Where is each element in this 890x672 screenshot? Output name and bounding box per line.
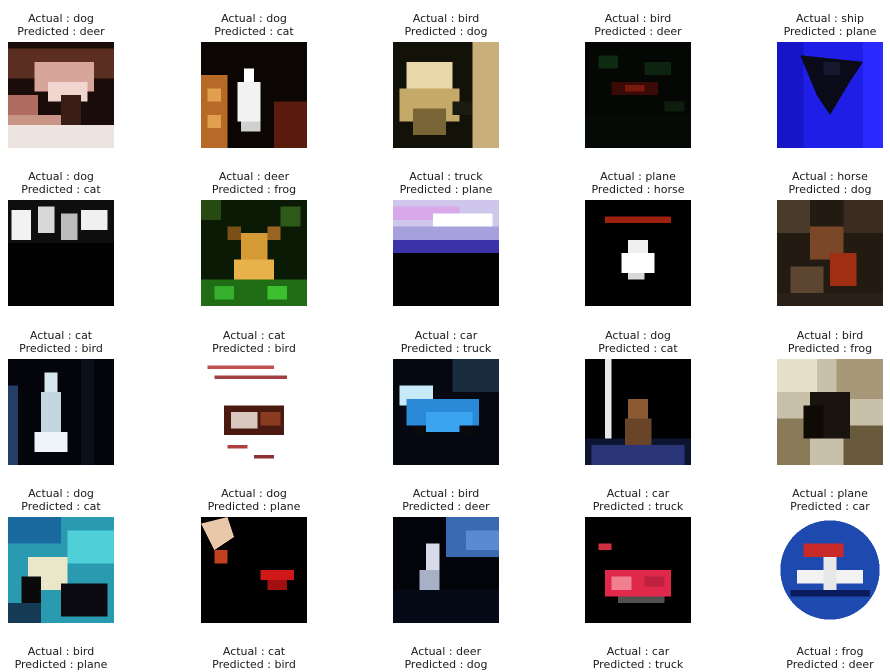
sample-cell: Actual : bird Predicted : deer: [361, 487, 531, 623]
sample-cell: Actual : bird Predicted : frog: [745, 329, 890, 465]
sample-cell: Actual : dog Predicted : cat: [169, 12, 339, 148]
sample-image: [585, 359, 691, 465]
prediction-grid: Actual : dog Predicted : deer Actual : dog…: [0, 0, 890, 672]
sample-cell: Actual : cat Predicted : bird: [0, 329, 146, 465]
sample-cell: Actual : dog Predicted : cat: [553, 329, 723, 465]
predicted-label: Predicted : dog: [404, 658, 488, 671]
predicted-label: Predicted : deer: [402, 500, 490, 513]
sample-image: [201, 359, 307, 465]
actual-label: Actual : dog: [221, 487, 287, 500]
actual-label: Actual : car: [414, 329, 478, 342]
sample-image: [201, 200, 307, 306]
sample-image: [393, 359, 499, 465]
sample-image: [393, 517, 499, 623]
sample-image: [201, 517, 307, 623]
sample-image: [777, 517, 883, 623]
predicted-label: Predicted : bird: [212, 342, 296, 355]
actual-label: Actual : deer: [410, 645, 482, 658]
predicted-label: Predicted : bird: [212, 658, 296, 671]
actual-label: Actual : bird: [27, 645, 95, 658]
sample-cell: Actual : plane Predicted : car: [745, 487, 890, 623]
predicted-label: Predicted : deer: [17, 25, 105, 38]
predicted-label: Predicted : truck: [592, 658, 684, 671]
actual-label: Actual : car: [606, 487, 670, 500]
predicted-label: Predicted : frog: [211, 183, 297, 196]
predicted-label: Predicted : truck: [592, 500, 684, 513]
predicted-label: Predicted : plane: [14, 658, 108, 671]
sample-image: [777, 200, 883, 306]
sample-cell: Actual : plane Predicted : horse: [553, 170, 723, 306]
sample-image: [8, 200, 114, 306]
actual-label: Actual : car: [606, 645, 670, 658]
predicted-label: Predicted : plane: [399, 183, 493, 196]
sample-image: [201, 42, 307, 148]
sample-cell: Actual : car Predicted : truck: [553, 487, 723, 623]
predicted-label: Predicted : dog: [404, 25, 488, 38]
sample-cell: Actual : truck Predicted : plane: [361, 170, 531, 306]
predicted-label: Predicted : bird: [19, 342, 103, 355]
actual-label: Actual : cat: [222, 645, 286, 658]
actual-label: Actual : bird: [604, 12, 672, 25]
predicted-label: Predicted : dog: [788, 183, 872, 196]
predicted-label: Predicted : cat: [598, 342, 678, 355]
predicted-label: Predicted : plane: [207, 500, 301, 513]
sample-image: [777, 359, 883, 465]
sample-image: [8, 359, 114, 465]
predicted-label: Predicted : cat: [21, 500, 101, 513]
sample-cell: Actual : dog Predicted : cat: [0, 170, 146, 306]
sample-cell: Actual : dog Predicted : cat: [0, 487, 146, 623]
sample-image: [8, 42, 114, 148]
actual-label: Actual : horse: [792, 170, 868, 183]
actual-label: Actual : bird: [412, 487, 480, 500]
sample-cell: Actual : frog Predicted : deer: [745, 645, 890, 671]
actual-label: Actual : ship: [796, 12, 864, 25]
actual-label: Actual : plane: [792, 487, 868, 500]
sample-cell: Actual : car Predicted : truck: [361, 329, 531, 465]
predicted-label: Predicted : cat: [21, 183, 101, 196]
predicted-label: Predicted : horse: [591, 183, 685, 196]
actual-label: Actual : dog: [28, 170, 94, 183]
predicted-label: Predicted : frog: [787, 342, 873, 355]
actual-label: Actual : bird: [796, 329, 864, 342]
predicted-label: Predicted : car: [790, 500, 870, 513]
sample-image: [8, 517, 114, 623]
actual-label: Actual : cat: [222, 329, 286, 342]
actual-label: Actual : dog: [28, 487, 94, 500]
sample-cell: Actual : car Predicted : truck: [553, 645, 723, 671]
sample-image: [393, 42, 499, 148]
predicted-label: Predicted : cat: [214, 25, 294, 38]
actual-label: Actual : cat: [29, 329, 93, 342]
sample-image: [585, 42, 691, 148]
actual-label: Actual : truck: [409, 170, 483, 183]
sample-cell: Actual : bird Predicted : dog: [361, 12, 531, 148]
sample-cell: Actual : horse Predicted : dog: [745, 170, 890, 306]
sample-cell: Actual : deer Predicted : dog: [361, 645, 531, 671]
actual-label: Actual : frog: [796, 645, 864, 658]
sample-cell: Actual : bird Predicted : deer: [553, 12, 723, 148]
sample-cell: Actual : dog Predicted : deer: [0, 12, 146, 148]
sample-cell: Actual : dog Predicted : plane: [169, 487, 339, 623]
sample-cell: Actual : deer Predicted : frog: [169, 170, 339, 306]
sample-image: [585, 200, 691, 306]
sample-cell: Actual : cat Predicted : bird: [169, 329, 339, 465]
actual-label: Actual : deer: [218, 170, 290, 183]
predicted-label: Predicted : deer: [786, 658, 874, 671]
sample-image: [777, 42, 883, 148]
sample-cell: Actual : bird Predicted : plane: [0, 645, 146, 671]
predicted-label: Predicted : truck: [400, 342, 492, 355]
actual-label: Actual : dog: [221, 12, 287, 25]
actual-label: Actual : dog: [28, 12, 94, 25]
sample-cell: Actual : cat Predicted : bird: [169, 645, 339, 671]
sample-cell: Actual : ship Predicted : plane: [745, 12, 890, 148]
actual-label: Actual : plane: [600, 170, 676, 183]
sample-image: [585, 517, 691, 623]
actual-label: Actual : dog: [605, 329, 671, 342]
sample-image: [393, 200, 499, 306]
actual-label: Actual : bird: [412, 12, 480, 25]
predicted-label: Predicted : deer: [594, 25, 682, 38]
predicted-label: Predicted : plane: [783, 25, 877, 38]
